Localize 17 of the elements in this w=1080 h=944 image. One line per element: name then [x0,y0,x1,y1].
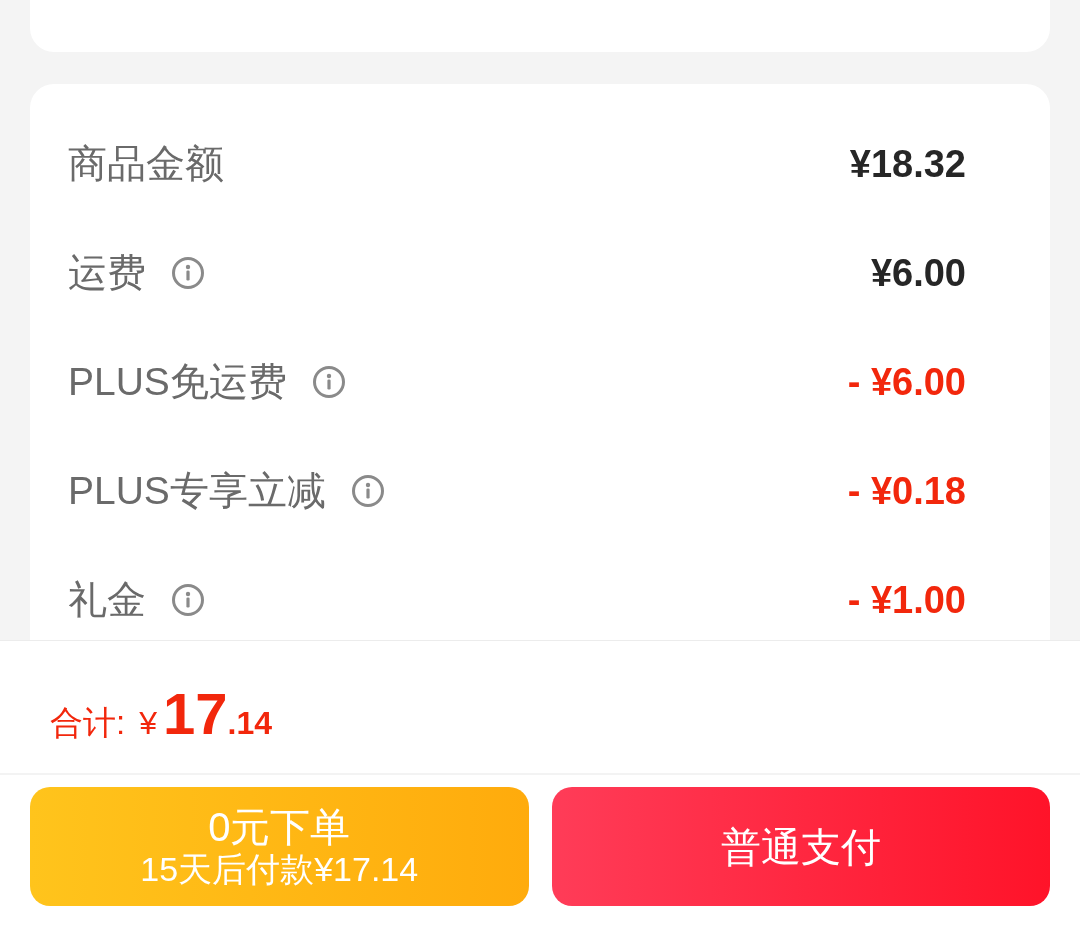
total-label: 合计: [50,703,126,743]
fee-label: PLUS免运费 [68,359,287,406]
fee-amount: - ¥1.00 [847,577,966,623]
info-icon[interactable] [172,257,204,290]
fee-label: 商品金额 [68,141,224,188]
fee-label: 运费 [68,250,146,297]
info-icon[interactable] [312,366,345,399]
fee-label: 礼金 [68,577,146,624]
info-icon[interactable] [172,584,204,617]
fee-label: PLUS专享立减 [68,468,326,515]
fee-amount: - ¥6.00 [847,359,966,405]
info-icon[interactable] [351,475,384,508]
total-amount: ¥17.14 [139,680,272,748]
fee-amount: - ¥0.18 [847,468,966,514]
pay-button[interactable]: 普通支付 [551,787,1050,906]
fee-amount: ¥18.32 [849,141,966,187]
fee-amount: ¥6.00 [870,250,966,296]
